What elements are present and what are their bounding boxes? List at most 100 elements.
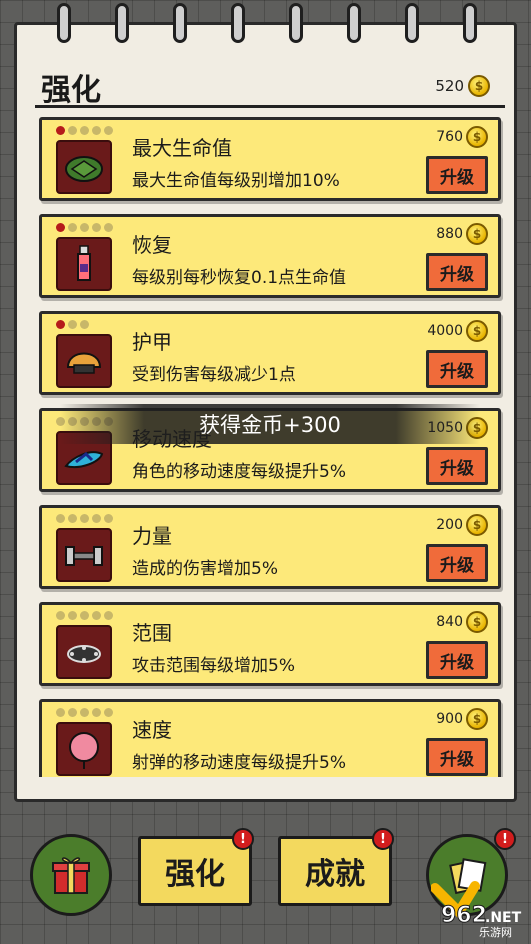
upgrade-button[interactable]: 升级 <box>426 641 488 679</box>
dumbbell-icon <box>65 546 103 566</box>
coin-balance: 520 $ <box>435 75 490 97</box>
level-indicator <box>56 223 113 232</box>
gift-icon <box>52 857 90 894</box>
upgrade-description: 受到伤害每级减少1点 <box>132 365 296 385</box>
upgrade-button[interactable]: 升级 <box>426 544 488 582</box>
level-dot <box>68 223 77 232</box>
level-dot <box>80 223 89 232</box>
upgrade-name: 恢复 <box>132 233 172 257</box>
level-dot <box>56 514 65 523</box>
gift-button[interactable] <box>30 834 112 916</box>
svg-text:962: 962 <box>441 903 487 928</box>
page-title: 强化 <box>41 73 101 108</box>
upgrade-button[interactable]: 升级 <box>426 350 488 388</box>
upgrade-icon-frame <box>56 625 112 679</box>
upgrade-description: 射弹的移动速度每级提升5% <box>132 753 346 773</box>
upgrade-card: 速度射弹的移动速度每级提升5% 900 $ 升级 <box>39 699 501 777</box>
level-dot <box>56 320 65 329</box>
upgrade-description: 攻击范围每级增加5% <box>132 656 295 676</box>
level-dot <box>80 708 89 717</box>
upgrade-icon-frame <box>56 237 112 291</box>
coin-icon: $ <box>466 708 488 730</box>
coin-balance-value: 520 <box>435 77 464 95</box>
bottom-bar: 强化 ! 成就 ! ! 962 .NET 乐游网 <box>0 820 531 944</box>
upgrade-description: 每级别每秒恢复0.1点生命值 <box>132 268 347 288</box>
level-indicator <box>56 611 113 620</box>
level-dot <box>56 223 65 232</box>
ring-icon <box>289 3 303 43</box>
upgrade-card: 力量 造成的伤害增加5% 200 $ 升级 <box>39 505 501 589</box>
coin-icon: $ <box>466 223 488 245</box>
svg-text:.NET: .NET <box>485 910 522 926</box>
upgrade-cost: 760 $ <box>436 126 488 148</box>
ring-icon <box>231 3 245 43</box>
upgrade-cost-value: 760 <box>436 129 463 145</box>
upgrade-cost: 840 $ <box>436 611 488 633</box>
level-dot <box>80 126 89 135</box>
level-indicator <box>56 708 113 717</box>
upgrade-card: 护甲受到伤害每级减少1点 4000 $ 升级 <box>39 311 501 395</box>
upgrade-button[interactable]: 升级 <box>426 447 488 485</box>
ring-icon <box>57 3 71 43</box>
level-dot <box>56 611 65 620</box>
coin-icon: $ <box>466 514 488 536</box>
level-dot <box>92 611 101 620</box>
upgrade-name: 速度 <box>132 718 172 742</box>
level-indicator <box>56 126 113 135</box>
level-dot <box>80 514 89 523</box>
notification-badge: ! <box>494 828 516 850</box>
upgrade-name: 范围 <box>132 621 172 645</box>
level-dot <box>92 514 101 523</box>
level-dot <box>80 611 89 620</box>
ring-icon <box>173 3 187 43</box>
upgrade-name: 力量 <box>132 524 172 548</box>
level-dot <box>68 320 77 329</box>
coin-icon: $ <box>466 126 488 148</box>
level-dot <box>104 611 113 620</box>
level-indicator <box>56 514 113 523</box>
upgrade-button[interactable]: 升级 <box>426 738 488 776</box>
notebook-rings <box>17 3 514 43</box>
ring-icon <box>405 3 419 43</box>
upgrade-cost-value: 4000 <box>427 323 463 339</box>
upgrade-button[interactable]: 升级 <box>426 156 488 194</box>
upgrade-icon-frame <box>56 140 112 194</box>
upgrade-list[interactable]: 最大生命值 最大生命值每级别增加10% 760 $ 升级 恢复 每级别每秒恢复0.1点生命值… <box>37 117 505 777</box>
toast-message: 获得金币+300 <box>60 404 480 444</box>
upgrade-name: 最大生命值 <box>132 136 232 160</box>
upgrade-cost: 880 $ <box>436 223 488 245</box>
upgrade-card: 恢复每级别每秒恢复0.1点生命值 880 $ 升级 <box>39 214 501 298</box>
svg-text:乐游网: 乐游网 <box>479 926 512 938</box>
upgrade-cost-value: 900 <box>436 711 463 727</box>
notification-badge: ! <box>232 828 254 850</box>
level-dot <box>68 708 77 717</box>
upgrade-cost: 900 $ <box>436 708 488 730</box>
title-divider <box>35 105 505 108</box>
ring-icon <box>347 3 361 43</box>
upgrade-icon-frame <box>56 722 112 776</box>
upgrade-description: 角色的移动速度每级提升5% <box>132 462 346 482</box>
upgrade-icon-frame <box>56 334 112 388</box>
level-dot <box>104 223 113 232</box>
upgrade-description: 最大生命值每级别增加10% <box>132 171 340 191</box>
tab-upgrade-label: 强化 <box>165 857 225 892</box>
balloon-icon <box>69 732 99 769</box>
coin-icon: $ <box>468 75 490 97</box>
helmet-icon <box>66 352 102 374</box>
coin-icon: $ <box>466 320 488 342</box>
level-dot <box>68 514 77 523</box>
level-dot <box>68 611 77 620</box>
upgrade-button[interactable]: 升级 <box>426 253 488 291</box>
upgrade-cost: 4000 $ <box>427 320 488 342</box>
level-dot <box>104 514 113 523</box>
spiked-collar-icon <box>67 645 101 663</box>
level-dot <box>68 126 77 135</box>
level-dot <box>56 708 65 717</box>
upgrade-card: 范围攻击范围每级增加5% 840 $ 升级 <box>39 602 501 686</box>
level-indicator <box>56 320 89 329</box>
level-dot <box>92 708 101 717</box>
upgrade-cost: 200 $ <box>436 514 488 536</box>
upgrade-card: 最大生命值最大生命值每级别增加10% 760 $ 升级 <box>39 117 501 201</box>
turtle-shell-icon <box>65 156 103 182</box>
upgrade-name: 护甲 <box>132 330 172 354</box>
